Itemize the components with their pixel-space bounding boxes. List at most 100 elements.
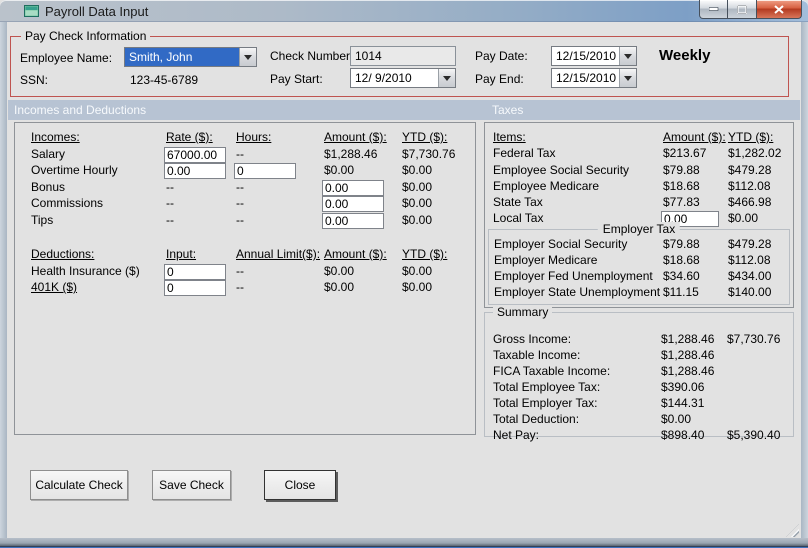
employee-ss-amount: $79.88 <box>663 162 700 177</box>
income-label: Overtime Hourly <box>31 163 118 177</box>
title-bar[interactable]: Payroll Data Input <box>0 0 808 22</box>
window-border-bottom <box>0 538 808 548</box>
summary-label: Total Deduction: <box>493 412 580 426</box>
employer-medicare-ytd: $112.08 <box>728 253 771 267</box>
summary-legend: Summary <box>493 305 553 319</box>
employer-fed-unemp-amount: $34.60 <box>663 269 700 283</box>
bonus-amount-input[interactable] <box>322 179 384 196</box>
commissions-ytd: $0.00 <box>402 196 433 210</box>
pay-date-dropdown-button[interactable] <box>619 47 636 65</box>
commissions-rate: -- <box>166 196 174 210</box>
employer-ss-amount: $79.88 <box>663 237 700 251</box>
caption-buttons <box>699 0 802 19</box>
total-deduction-amount: $0.00 <box>661 412 692 426</box>
close-window-button[interactable] <box>757 0 802 19</box>
minimize-button[interactable] <box>699 0 728 19</box>
maximize-button[interactable] <box>728 0 757 19</box>
net-pay-ytd: $5,390.40 <box>727 428 781 442</box>
employer-state-unemp-ytd: $140.00 <box>728 285 772 299</box>
employer-ss-ytd: $479.28 <box>728 237 772 251</box>
window-title: Payroll Data Input <box>45 4 149 19</box>
amount-col-header: Amount ($): <box>324 130 387 144</box>
chevron-down-icon <box>624 53 632 59</box>
calculate-check-button[interactable]: Calculate Check <box>30 470 128 500</box>
pay-start-label: Pay Start: <box>270 72 323 86</box>
employee-name-value: Smith, John <box>125 48 239 66</box>
annual-limit-col-header: Annual Limit($): <box>236 247 321 261</box>
total-employee-tax-amount: $390.06 <box>661 380 705 394</box>
overtime-hours-input[interactable] <box>234 163 296 179</box>
health-insurance-input[interactable] <box>164 263 226 280</box>
income-label: Salary <box>31 146 66 161</box>
save-check-label: Save Check <box>159 478 224 492</box>
payroll-window: Payroll Data Input Pay Check Information… <box>0 0 808 548</box>
state-tax-ytd: $466.98 <box>728 195 772 210</box>
incomes-section-title: Incomes and Deductions <box>14 103 147 117</box>
resize-grip[interactable] <box>786 524 799 537</box>
pay-frequency-label: Weekly <box>659 47 711 64</box>
employer-medicare-amount: $18.68 <box>663 253 700 267</box>
deduction-label: Health Insurance ($) <box>31 263 140 278</box>
employer-tax-group: Employer Tax Employer Social Security $7… <box>488 222 790 305</box>
pay-start-dropdown-button[interactable] <box>438 69 455 87</box>
save-check-button[interactable]: Save Check <box>152 470 231 500</box>
ssn-value: 123-45-6789 <box>130 73 199 87</box>
employee-ss-ytd: $479.28 <box>728 162 772 177</box>
employee-name-select[interactable]: Smith, John <box>124 47 257 67</box>
gross-income-ytd: $7,730.76 <box>727 332 781 346</box>
salary-amount: $1,288.46 <box>324 146 378 161</box>
close-button[interactable]: Close <box>264 470 336 500</box>
pay-end-value: 12/15/2010 <box>556 71 617 85</box>
amount-col-header: Amount ($): <box>324 247 387 261</box>
commissions-amount-input[interactable] <box>322 196 384 212</box>
deductions-table: Deductions: Input: Annual Limit($): Amou… <box>31 247 472 297</box>
chevron-down-icon <box>244 54 252 60</box>
close-label: Close <box>284 478 316 492</box>
taxes-section-title: Taxes <box>492 103 524 117</box>
total-employer-tax-amount: $144.31 <box>661 396 705 410</box>
net-pay-amount: $898.40 <box>661 428 705 442</box>
bonus-hours: -- <box>236 179 244 194</box>
salary-rate-input[interactable] <box>164 146 226 163</box>
k401-input[interactable] <box>164 280 226 296</box>
k401-ytd: $0.00 <box>402 280 433 294</box>
incomes-deductions-panel: Incomes: Rate ($): Hours: Amount ($): YT… <box>14 122 476 435</box>
close-icon <box>774 4 784 14</box>
pay-date-value: 12/15/2010 <box>556 49 617 63</box>
tax-label: Employer Social Security <box>494 237 628 251</box>
health-insurance-amount: $0.00 <box>324 263 355 278</box>
chevron-down-icon <box>443 75 451 81</box>
tax-label: Employee Medicare <box>493 178 600 193</box>
taxes-table: Items: Amount ($): YTD ($): Federal Tax … <box>493 130 781 228</box>
incomes-table: Incomes: Rate ($): Hours: Amount ($): YT… <box>31 130 472 229</box>
amount-col-header: Amount ($): <box>663 130 726 144</box>
check-number-input[interactable] <box>350 46 456 66</box>
pay-end-dropdown-button[interactable] <box>619 69 636 87</box>
summary-label: Total Employee Tax: <box>493 380 601 394</box>
employee-name-label: Employee Name: <box>20 51 113 65</box>
state-tax-amount: $77.83 <box>663 195 700 210</box>
tips-amount-input[interactable] <box>322 212 384 229</box>
federal-tax-amount: $213.67 <box>663 146 707 161</box>
pay-start-value: 12/ 9/2010 <box>355 71 412 85</box>
salary-ytd: $7,730.76 <box>402 146 456 161</box>
income-label: Tips <box>31 212 54 227</box>
tax-label: Employer State Unemployment <box>494 285 661 299</box>
federal-tax-ytd: $1,282.02 <box>728 146 782 161</box>
pay-date-picker[interactable]: 12/15/2010 <box>551 46 637 66</box>
employee-name-dropdown-button[interactable] <box>239 48 256 66</box>
tax-label: Employer Medicare <box>494 253 598 267</box>
overtime-rate-input[interactable] <box>164 163 226 179</box>
tax-label: Employee Social Security <box>493 162 630 177</box>
pay-start-picker[interactable]: 12/ 9/2010 <box>350 68 456 88</box>
k401-link[interactable]: 401K ($) <box>31 280 166 294</box>
k401-limit: -- <box>236 280 244 294</box>
taxes-panel: Items: Amount ($): YTD ($): Federal Tax … <box>484 122 794 308</box>
local-tax-ytd: $0.00 <box>728 211 759 226</box>
commissions-hours: -- <box>236 196 244 210</box>
deductions-col-header: Deductions: <box>31 247 95 261</box>
check-number-label: Check Number: <box>270 49 354 63</box>
ytd-col-header: YTD ($): <box>402 130 448 144</box>
minimize-icon <box>708 7 718 11</box>
pay-end-picker[interactable]: 12/15/2010 <box>551 68 637 88</box>
